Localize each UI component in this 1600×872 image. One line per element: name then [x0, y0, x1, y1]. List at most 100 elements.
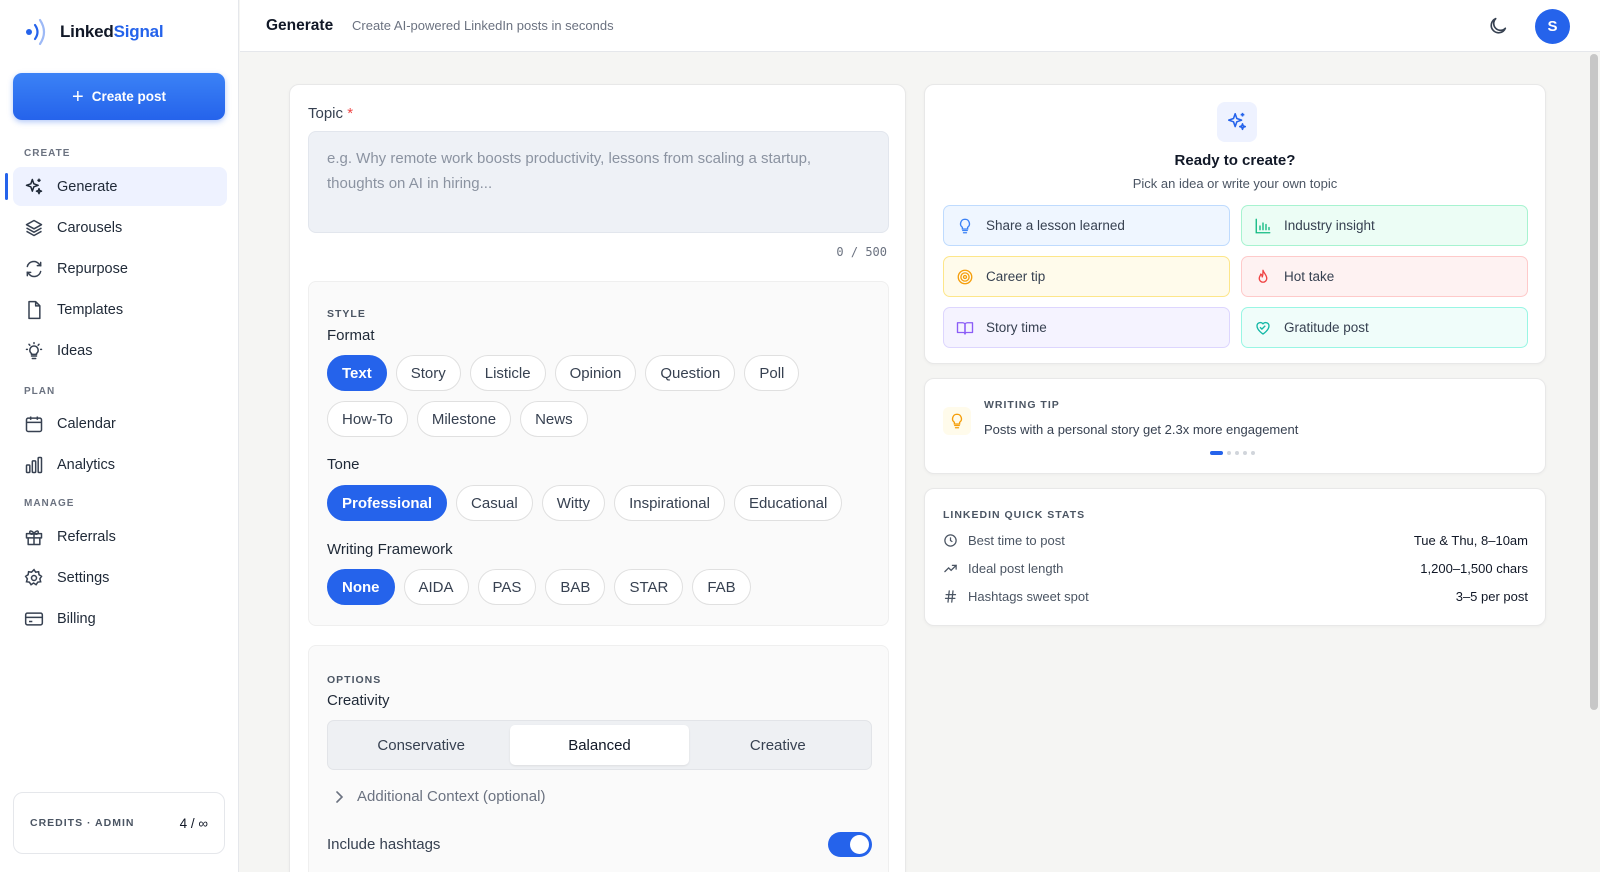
- format-chip-poll[interactable]: Poll: [744, 355, 800, 391]
- tone-chips: Professional Casual Witty Inspirational …: [327, 485, 843, 521]
- tone-chip-inspirational[interactable]: Inspirational: [614, 485, 725, 521]
- topic-label: Topic *: [308, 105, 354, 122]
- lightbulb-icon: [959, 218, 971, 233]
- options-panel: OPTIONS Creativity Conservative Balanced…: [308, 645, 889, 872]
- format-chip-question[interactable]: Question: [645, 355, 736, 391]
- credits-box: CREDITS · ADMIN 4 / ∞: [13, 792, 225, 854]
- tip-label: WRITING TIP: [984, 399, 1060, 411]
- signal-logo-icon: [26, 18, 46, 46]
- file-icon: [28, 300, 41, 319]
- sidebar: LinkedSignal + Create post CREATE Genera…: [0, 0, 239, 872]
- sidebar-item-label: Carousels: [57, 219, 123, 236]
- chevron-right-icon: [336, 790, 344, 803]
- create-post-label: Create post: [91, 89, 166, 104]
- tone-chip-casual[interactable]: Casual: [456, 485, 533, 521]
- section-label-plan: PLAN: [24, 386, 56, 397]
- tip-text: Posts with a personal story get 2.3x mor…: [984, 422, 1299, 437]
- idea-label: Gratitude post: [1284, 320, 1369, 335]
- format-chip-listicle[interactable]: Listicle: [469, 355, 546, 391]
- sidebar-item-label: Referrals: [57, 528, 116, 545]
- idea-grid: Share a lesson learned Industry insight …: [943, 205, 1528, 348]
- writing-tip-card: WRITING TIP Posts with a personal story …: [924, 378, 1546, 474]
- hashtags-label: Include hashtags: [327, 836, 441, 853]
- format-chips-row-1: Text Story Listicle Opinion Question Pol…: [327, 355, 800, 391]
- tip-dot[interactable]: [1251, 451, 1255, 455]
- format-chip-how-to[interactable]: How-To: [327, 401, 408, 437]
- stat-label: Hashtags sweet spot: [968, 589, 1089, 604]
- format-chip-news[interactable]: News: [520, 401, 588, 437]
- scrollbar-thumb[interactable]: [1590, 54, 1598, 710]
- tone-chip-educational[interactable]: Educational: [733, 485, 843, 521]
- idea-industry-insight[interactable]: Industry insight: [1241, 205, 1528, 246]
- create-post-button[interactable]: + Create post: [13, 73, 225, 120]
- format-chip-story[interactable]: Story: [395, 355, 461, 391]
- bar-chart-icon: [1255, 218, 1271, 233]
- trending-up-icon: [944, 564, 957, 573]
- idea-story-time[interactable]: Story time: [943, 307, 1230, 348]
- framework-chips: None AIDA PAS BAB STAR FAB: [327, 569, 751, 605]
- sidebar-item-calendar[interactable]: Calendar: [13, 404, 227, 443]
- idea-gratitude-post[interactable]: Gratitude post: [1241, 307, 1528, 348]
- tip-dot-active[interactable]: [1210, 451, 1223, 455]
- topic-input[interactable]: e.g. Why remote work boosts productivity…: [308, 131, 889, 233]
- framework-chip-none[interactable]: None: [327, 569, 395, 605]
- framework-chip-fab[interactable]: FAB: [692, 569, 751, 605]
- framework-chip-bab[interactable]: BAB: [545, 569, 606, 605]
- dark-mode-moon-icon[interactable]: [1487, 15, 1509, 37]
- refresh-icon: [26, 260, 42, 277]
- sidebar-item-generate[interactable]: Generate: [5, 167, 227, 206]
- user-avatar[interactable]: S: [1535, 9, 1570, 44]
- top-header: Generate Create AI-powered LinkedIn post…: [240, 0, 1600, 52]
- sidebar-item-ideas[interactable]: Ideas: [13, 331, 227, 370]
- sidebar-item-templates[interactable]: Templates: [13, 290, 227, 329]
- options-section-label: OPTIONS: [327, 674, 382, 686]
- stat-label: Ideal post length: [968, 561, 1064, 576]
- page-title: Generate: [266, 17, 334, 34]
- format-chip-text[interactable]: Text: [327, 355, 387, 391]
- book-icon: [956, 321, 974, 335]
- idea-hot-take[interactable]: Hot take: [1241, 256, 1528, 297]
- idea-label: Share a lesson learned: [986, 218, 1125, 233]
- sidebar-item-label: Settings: [57, 569, 110, 586]
- tip-dot[interactable]: [1243, 451, 1247, 455]
- creativity-balanced[interactable]: Balanced: [510, 725, 689, 765]
- format-chip-opinion[interactable]: Opinion: [554, 355, 637, 391]
- tip-dot[interactable]: [1235, 451, 1239, 455]
- sparkles-icon: [25, 178, 43, 194]
- creativity-creative[interactable]: Creative: [689, 725, 867, 765]
- gift-icon: [25, 529, 43, 545]
- tip-dot[interactable]: [1227, 451, 1231, 455]
- logo-text: LinkedSignal: [60, 22, 164, 41]
- idea-career-tip[interactable]: Career tip: [943, 256, 1230, 297]
- sidebar-item-repurpose[interactable]: Repurpose: [13, 249, 227, 288]
- sidebar-item-settings[interactable]: Settings: [13, 558, 227, 597]
- sidebar-item-carousels[interactable]: Carousels: [13, 208, 227, 247]
- generate-form-card: Topic * e.g. Why remote work boosts prod…: [289, 84, 906, 872]
- idea-label: Story time: [986, 320, 1047, 335]
- logo[interactable]: LinkedSignal: [24, 16, 164, 48]
- tone-chip-witty[interactable]: Witty: [541, 485, 606, 521]
- hashtags-toggle[interactable]: [828, 832, 872, 857]
- credits-label: CREDITS · ADMIN: [30, 817, 135, 829]
- idea-share-lesson[interactable]: Share a lesson learned: [943, 205, 1230, 246]
- tone-chip-professional[interactable]: Professional: [327, 485, 448, 521]
- format-title: Format: [327, 327, 375, 344]
- lightbulb-icon: [951, 413, 963, 429]
- framework-chip-pas[interactable]: PAS: [477, 569, 537, 605]
- additional-context-label: Additional Context (optional): [357, 788, 546, 805]
- format-chip-milestone[interactable]: Milestone: [416, 401, 512, 437]
- stat-row-best-time: Best time to post Tue & Thu, 8–10am: [943, 533, 1528, 548]
- sidebar-item-billing[interactable]: Billing: [13, 599, 227, 638]
- creativity-conservative[interactable]: Conservative: [332, 725, 510, 765]
- framework-chip-aida[interactable]: AIDA: [403, 569, 469, 605]
- sidebar-item-referrals[interactable]: Referrals: [13, 517, 227, 556]
- framework-chip-star[interactable]: STAR: [614, 569, 684, 605]
- sidebar-item-label: Generate: [57, 178, 118, 195]
- sparkles-icon: [1227, 112, 1247, 131]
- sidebar-item-analytics[interactable]: Analytics: [13, 445, 227, 484]
- additional-context-toggle[interactable]: Additional Context (optional): [335, 788, 545, 805]
- bar-chart-icon: [25, 456, 43, 473]
- toggle-knob: [850, 835, 869, 854]
- framework-title: Writing Framework: [327, 541, 453, 558]
- main-scrollbar[interactable]: [1589, 52, 1599, 872]
